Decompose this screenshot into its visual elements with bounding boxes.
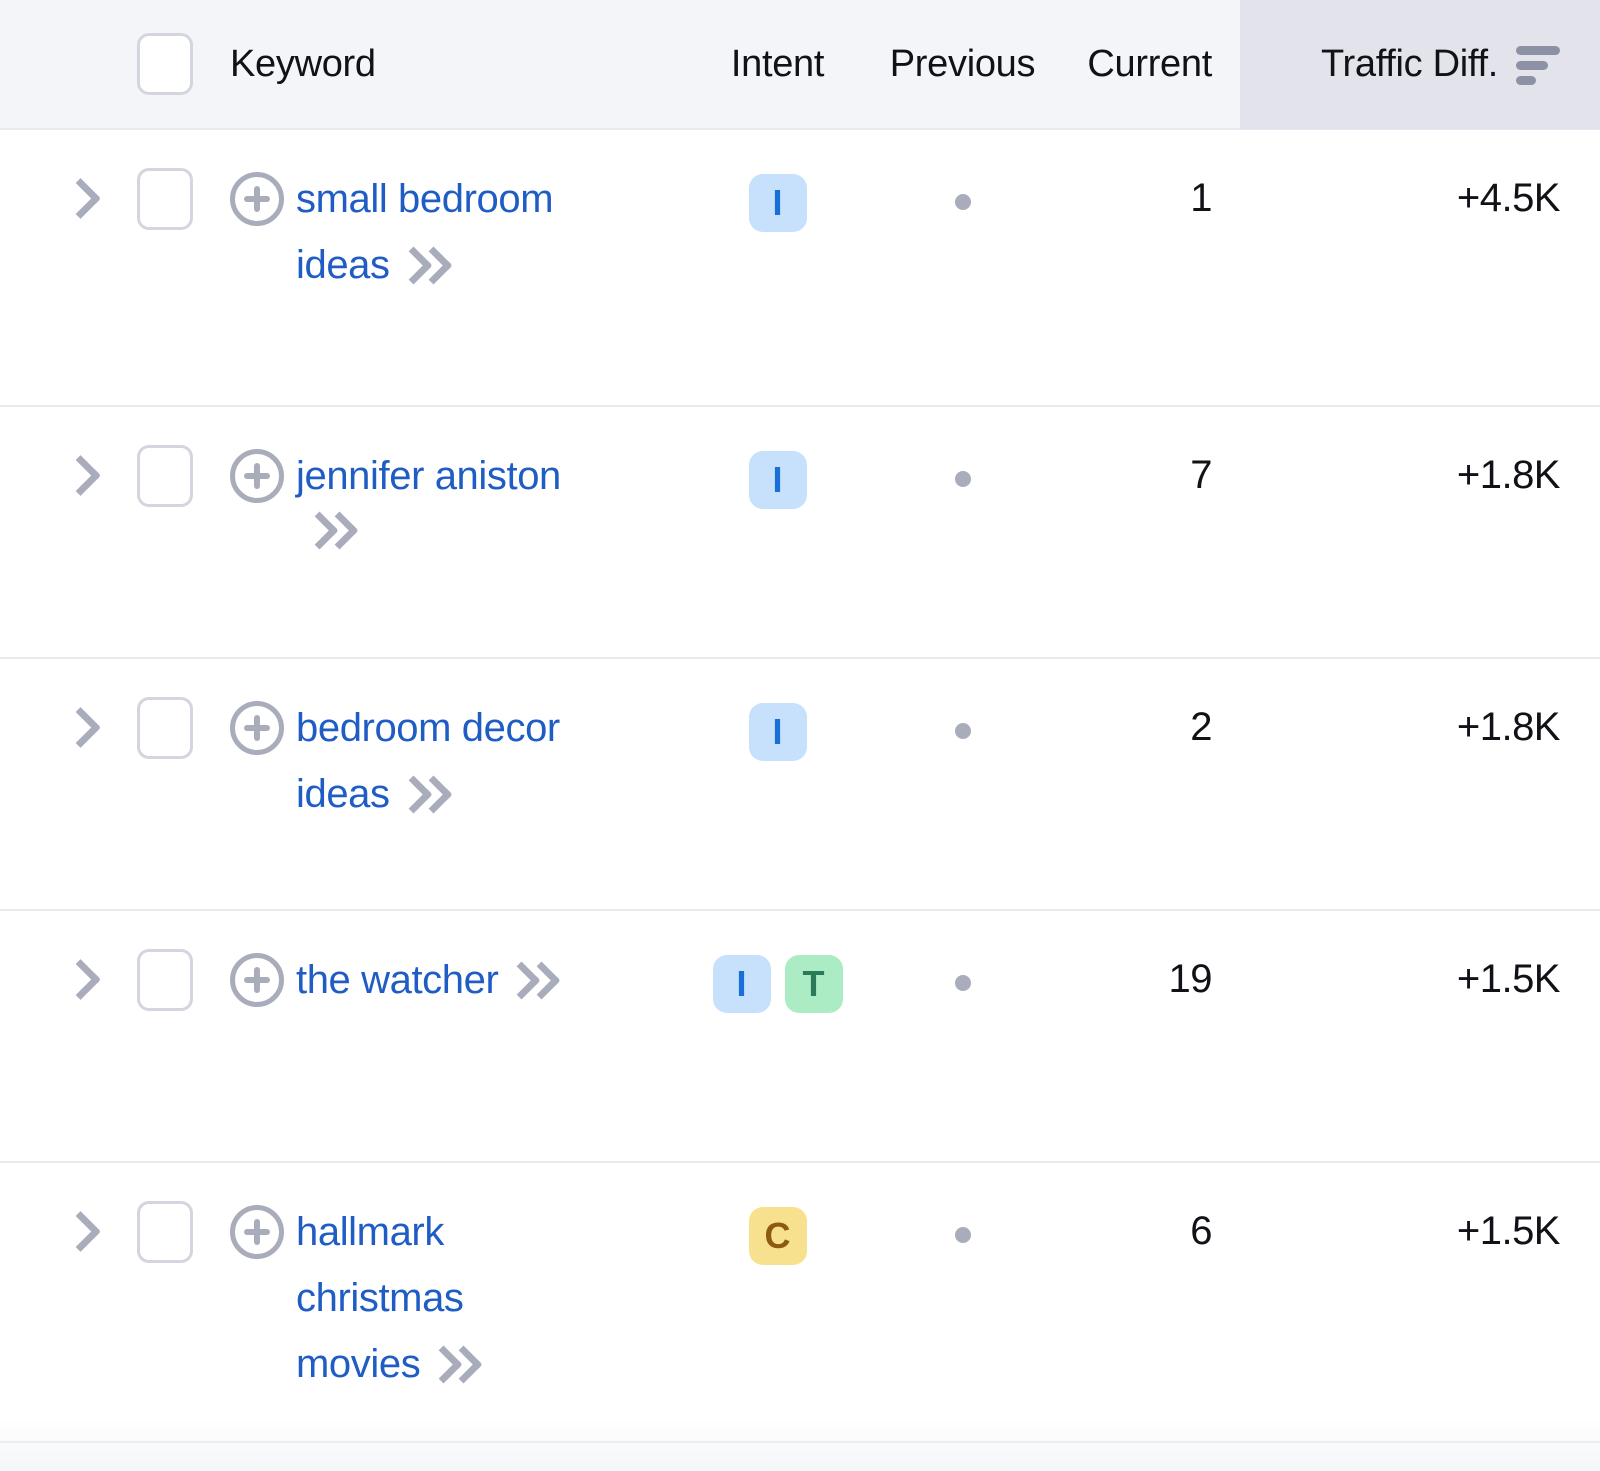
row-traffic-diff-cell: +1.8K [1240,695,1600,750]
circle-plus-icon[interactable] [230,449,284,503]
circle-plus-icon[interactable] [230,953,284,1007]
double-chevron-right-icon[interactable] [306,512,352,546]
table-row[interactable]: small bedroom ideas I 1 +4.5K [0,130,1600,407]
row-previous-cell [880,166,1045,210]
row-expand-cell[interactable] [0,166,110,226]
header-traffic-diff-label: Traffic Diff. [1321,43,1498,86]
row-current-cell: 1 [1045,166,1240,221]
row-expand-cell[interactable] [0,1199,110,1259]
select-all-cell[interactable] [110,33,220,95]
intent-badge-commercial[interactable]: C [749,1207,807,1265]
double-chevron-right-icon[interactable] [508,962,554,996]
current-position-value: 19 [1169,947,1213,1002]
no-data-dot-icon [955,194,971,210]
chevron-right-icon[interactable] [62,701,92,755]
header-current-label: Current [1087,43,1212,86]
row-select-cell[interactable] [110,947,220,1011]
row-current-cell: 6 [1045,1199,1240,1254]
circle-plus-icon[interactable] [230,172,284,226]
row-previous-cell [880,1199,1045,1243]
row-intent-cell: I [675,695,880,761]
table-row[interactable]: hallmark christmas movies C 6 +1.5K [0,1163,1600,1443]
row-select-cell[interactable] [110,695,220,759]
keyword-link[interactable]: jennifer aniston [296,454,561,498]
row-expand-cell[interactable] [0,695,110,755]
traffic-diff-value: +1.5K [1457,947,1560,1002]
row-checkbox[interactable] [137,697,193,759]
select-all-checkbox[interactable] [137,33,193,95]
sort-descending-icon[interactable] [1516,46,1560,85]
row-keyword-cell: the watcher [220,947,675,1013]
header-keyword[interactable]: Keyword [220,43,675,86]
current-position-value: 6 [1190,1199,1212,1254]
table-row[interactable]: bedroom decor ideas I 2 +1.8K [0,659,1600,911]
row-intent-cell: I [675,166,880,232]
row-previous-cell [880,443,1045,487]
header-previous[interactable]: Previous [880,43,1045,86]
table-header-row: Keyword Intent Previous Current Traffic … [0,0,1600,130]
row-checkbox[interactable] [137,445,193,507]
row-keyword-cell: hallmark christmas movies [220,1199,675,1397]
no-data-dot-icon [955,1227,971,1243]
double-chevron-right-icon[interactable] [430,1346,476,1380]
header-keyword-label: Keyword [230,43,376,85]
double-chevron-right-icon[interactable] [400,247,446,281]
table-row[interactable]: the watcher I T 19 +1.5K [0,911,1600,1163]
intent-badge-informational[interactable]: I [713,955,771,1013]
header-intent[interactable]: Intent [675,43,880,86]
row-traffic-diff-cell: +1.8K [1240,443,1600,498]
circle-plus-icon[interactable] [230,701,284,755]
row-intent-cell: C [675,1199,880,1265]
row-keyword-cell: bedroom decor ideas [220,695,675,827]
traffic-diff-value: +1.5K [1457,1199,1560,1254]
no-data-dot-icon [955,471,971,487]
header-traffic-diff[interactable]: Traffic Diff. [1240,0,1600,129]
row-checkbox[interactable] [137,949,193,1011]
no-data-dot-icon [955,723,971,739]
chevron-right-icon[interactable] [62,1205,92,1259]
header-intent-label: Intent [731,43,824,86]
header-current[interactable]: Current [1045,43,1240,86]
row-traffic-diff-cell: +4.5K [1240,166,1600,221]
chevron-right-icon[interactable] [62,449,92,503]
intent-badge-transactional[interactable]: T [785,955,843,1013]
row-select-cell[interactable] [110,443,220,507]
chevron-right-icon[interactable] [62,172,92,226]
chevron-right-icon[interactable] [62,953,92,1007]
intent-badge-informational[interactable]: I [749,174,807,232]
row-checkbox[interactable] [137,168,193,230]
no-data-dot-icon [955,975,971,991]
keyword-link[interactable]: the watcher [296,958,498,1002]
row-select-cell[interactable] [110,166,220,230]
row-previous-cell [880,695,1045,739]
row-current-cell: 2 [1045,695,1240,750]
traffic-diff-value: +4.5K [1457,166,1560,221]
double-chevron-right-icon[interactable] [400,776,446,810]
traffic-diff-value: +1.8K [1457,443,1560,498]
current-position-value: 7 [1190,443,1212,498]
row-expand-cell[interactable] [0,947,110,1007]
intent-badge-informational[interactable]: I [749,451,807,509]
row-current-cell: 19 [1045,947,1240,1002]
intent-badge-informational[interactable]: I [749,703,807,761]
row-current-cell: 7 [1045,443,1240,498]
keyword-table: Keyword Intent Previous Current Traffic … [0,0,1600,1471]
current-position-value: 2 [1190,695,1212,750]
row-select-cell[interactable] [110,1199,220,1263]
traffic-diff-value: +1.8K [1457,695,1560,750]
row-expand-cell[interactable] [0,443,110,503]
row-previous-cell [880,947,1045,991]
header-previous-label: Previous [890,43,1035,86]
row-keyword-cell: jennifer aniston [220,443,675,548]
row-intent-cell: I [675,443,880,509]
row-traffic-diff-cell: +1.5K [1240,947,1600,1002]
row-keyword-cell: small bedroom ideas [220,166,675,298]
row-intent-cell: I T [675,947,880,1013]
table-row[interactable]: jennifer aniston I 7 +1.8K [0,407,1600,659]
current-position-value: 1 [1190,166,1212,221]
row-traffic-diff-cell: +1.5K [1240,1199,1600,1254]
row-checkbox[interactable] [137,1201,193,1263]
circle-plus-icon[interactable] [230,1205,284,1259]
